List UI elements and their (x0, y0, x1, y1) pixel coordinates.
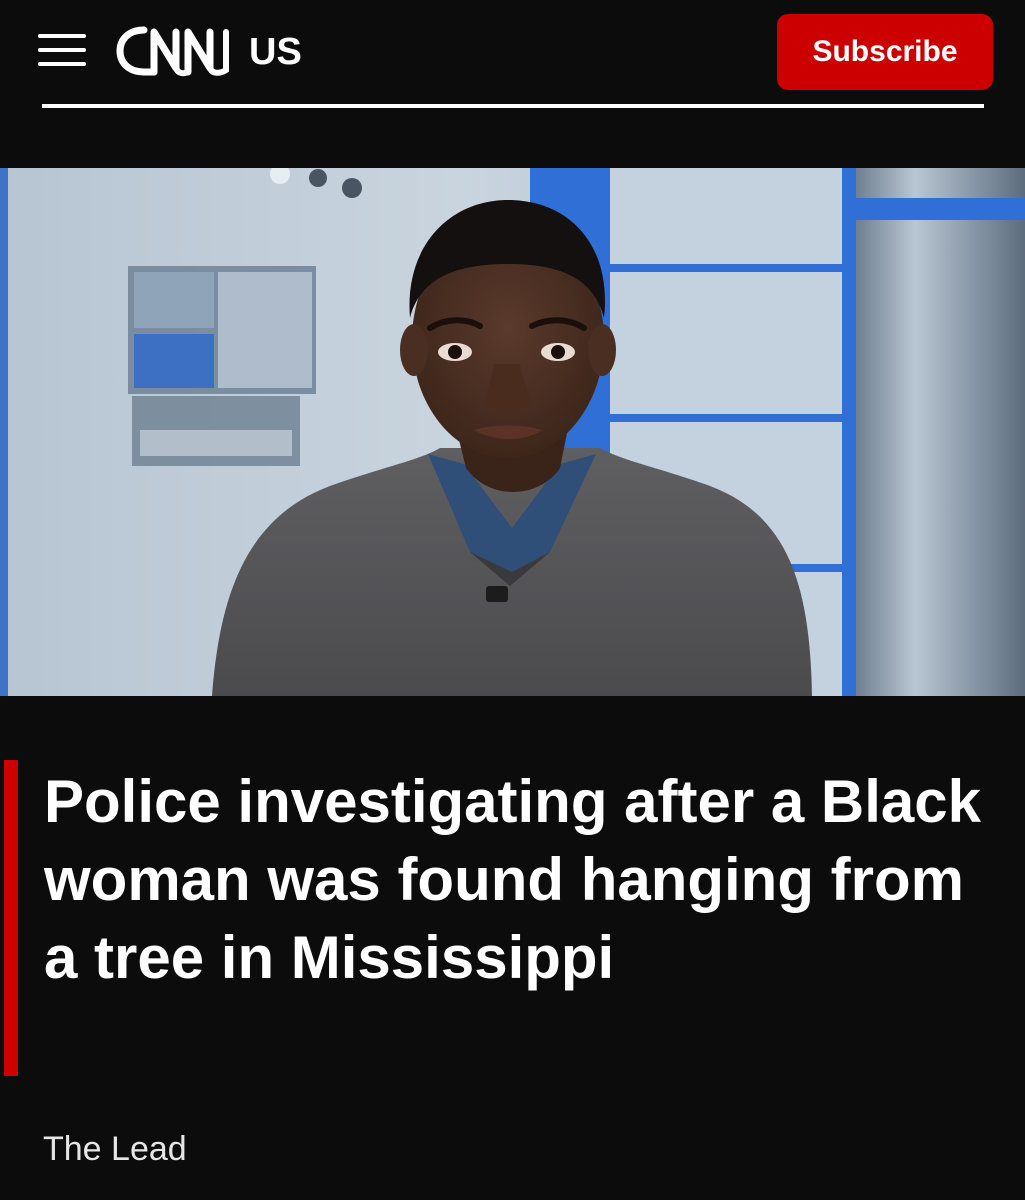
hamburger-menu-icon[interactable] (36, 28, 88, 72)
top-nav-bar: US Subscribe (0, 0, 1025, 168)
article-headline[interactable]: Police investigating after a Black woman… (44, 763, 984, 997)
hero-video-still[interactable] (0, 168, 1025, 696)
subscribe-button[interactable]: Subscribe (777, 14, 993, 90)
headline-accent-bar (4, 760, 18, 1076)
show-name-label[interactable]: The Lead (43, 1128, 187, 1170)
header-divider (42, 104, 984, 108)
edition-label[interactable]: US (249, 30, 302, 74)
set-sign (128, 266, 316, 466)
cnn-logo[interactable] (114, 22, 240, 80)
anchor-studio-image (0, 168, 1025, 696)
